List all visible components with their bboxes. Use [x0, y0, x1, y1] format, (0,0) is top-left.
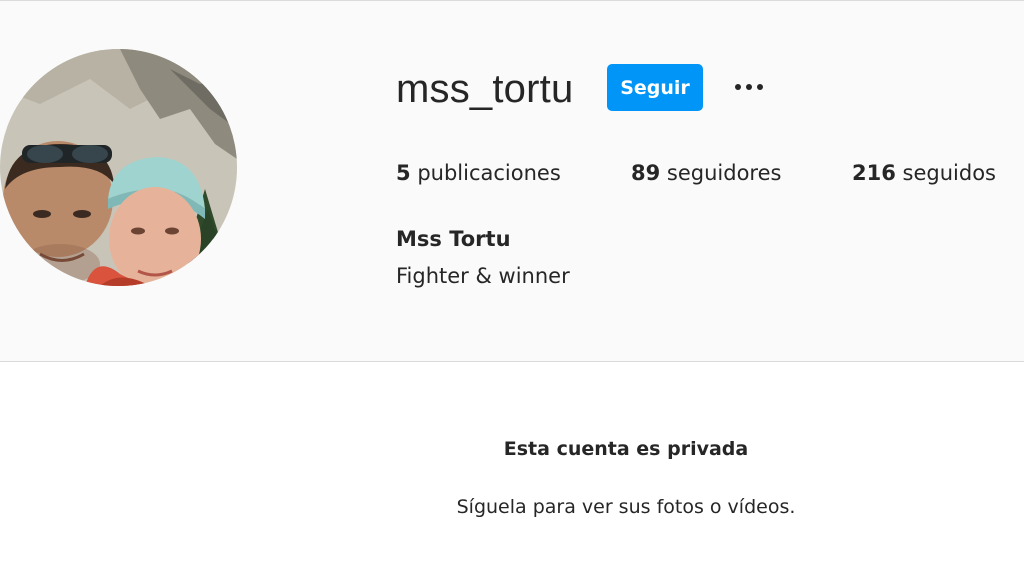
more-horizontal-icon-dot: [746, 84, 752, 90]
profile-header: mss_tortu Seguir 5 publicaciones 89 segu…: [0, 1, 1024, 362]
following-count-number: 216: [852, 161, 896, 185]
posts-count-label: publicaciones: [417, 161, 561, 185]
private-account-message: Síguela para ver sus fotos o vídeos.: [456, 496, 796, 518]
followers-count[interactable]: 89 seguidores: [631, 157, 781, 189]
follow-button[interactable]: Seguir: [607, 64, 703, 111]
profile-avatar[interactable]: [0, 49, 237, 286]
following-count-label: seguidos: [902, 161, 996, 185]
more-horizontal-icon: [735, 84, 741, 90]
posts-count-number: 5: [396, 161, 411, 185]
more-horizontal-icon-dot: [757, 84, 763, 90]
avatar-photo: [0, 49, 237, 286]
posts-count: 5 publicaciones: [396, 157, 561, 189]
more-options-button[interactable]: [726, 71, 772, 103]
private-account-title: Esta cuenta es privada: [503, 438, 749, 460]
followers-count-number: 89: [631, 161, 661, 185]
profile-bio: Fighter & winner: [396, 264, 570, 288]
followers-count-label: seguidores: [666, 161, 782, 185]
profile-full-name: Mss Tortu: [396, 227, 511, 251]
following-count[interactable]: 216 seguidos: [852, 157, 996, 189]
username: mss_tortu: [396, 67, 574, 111]
